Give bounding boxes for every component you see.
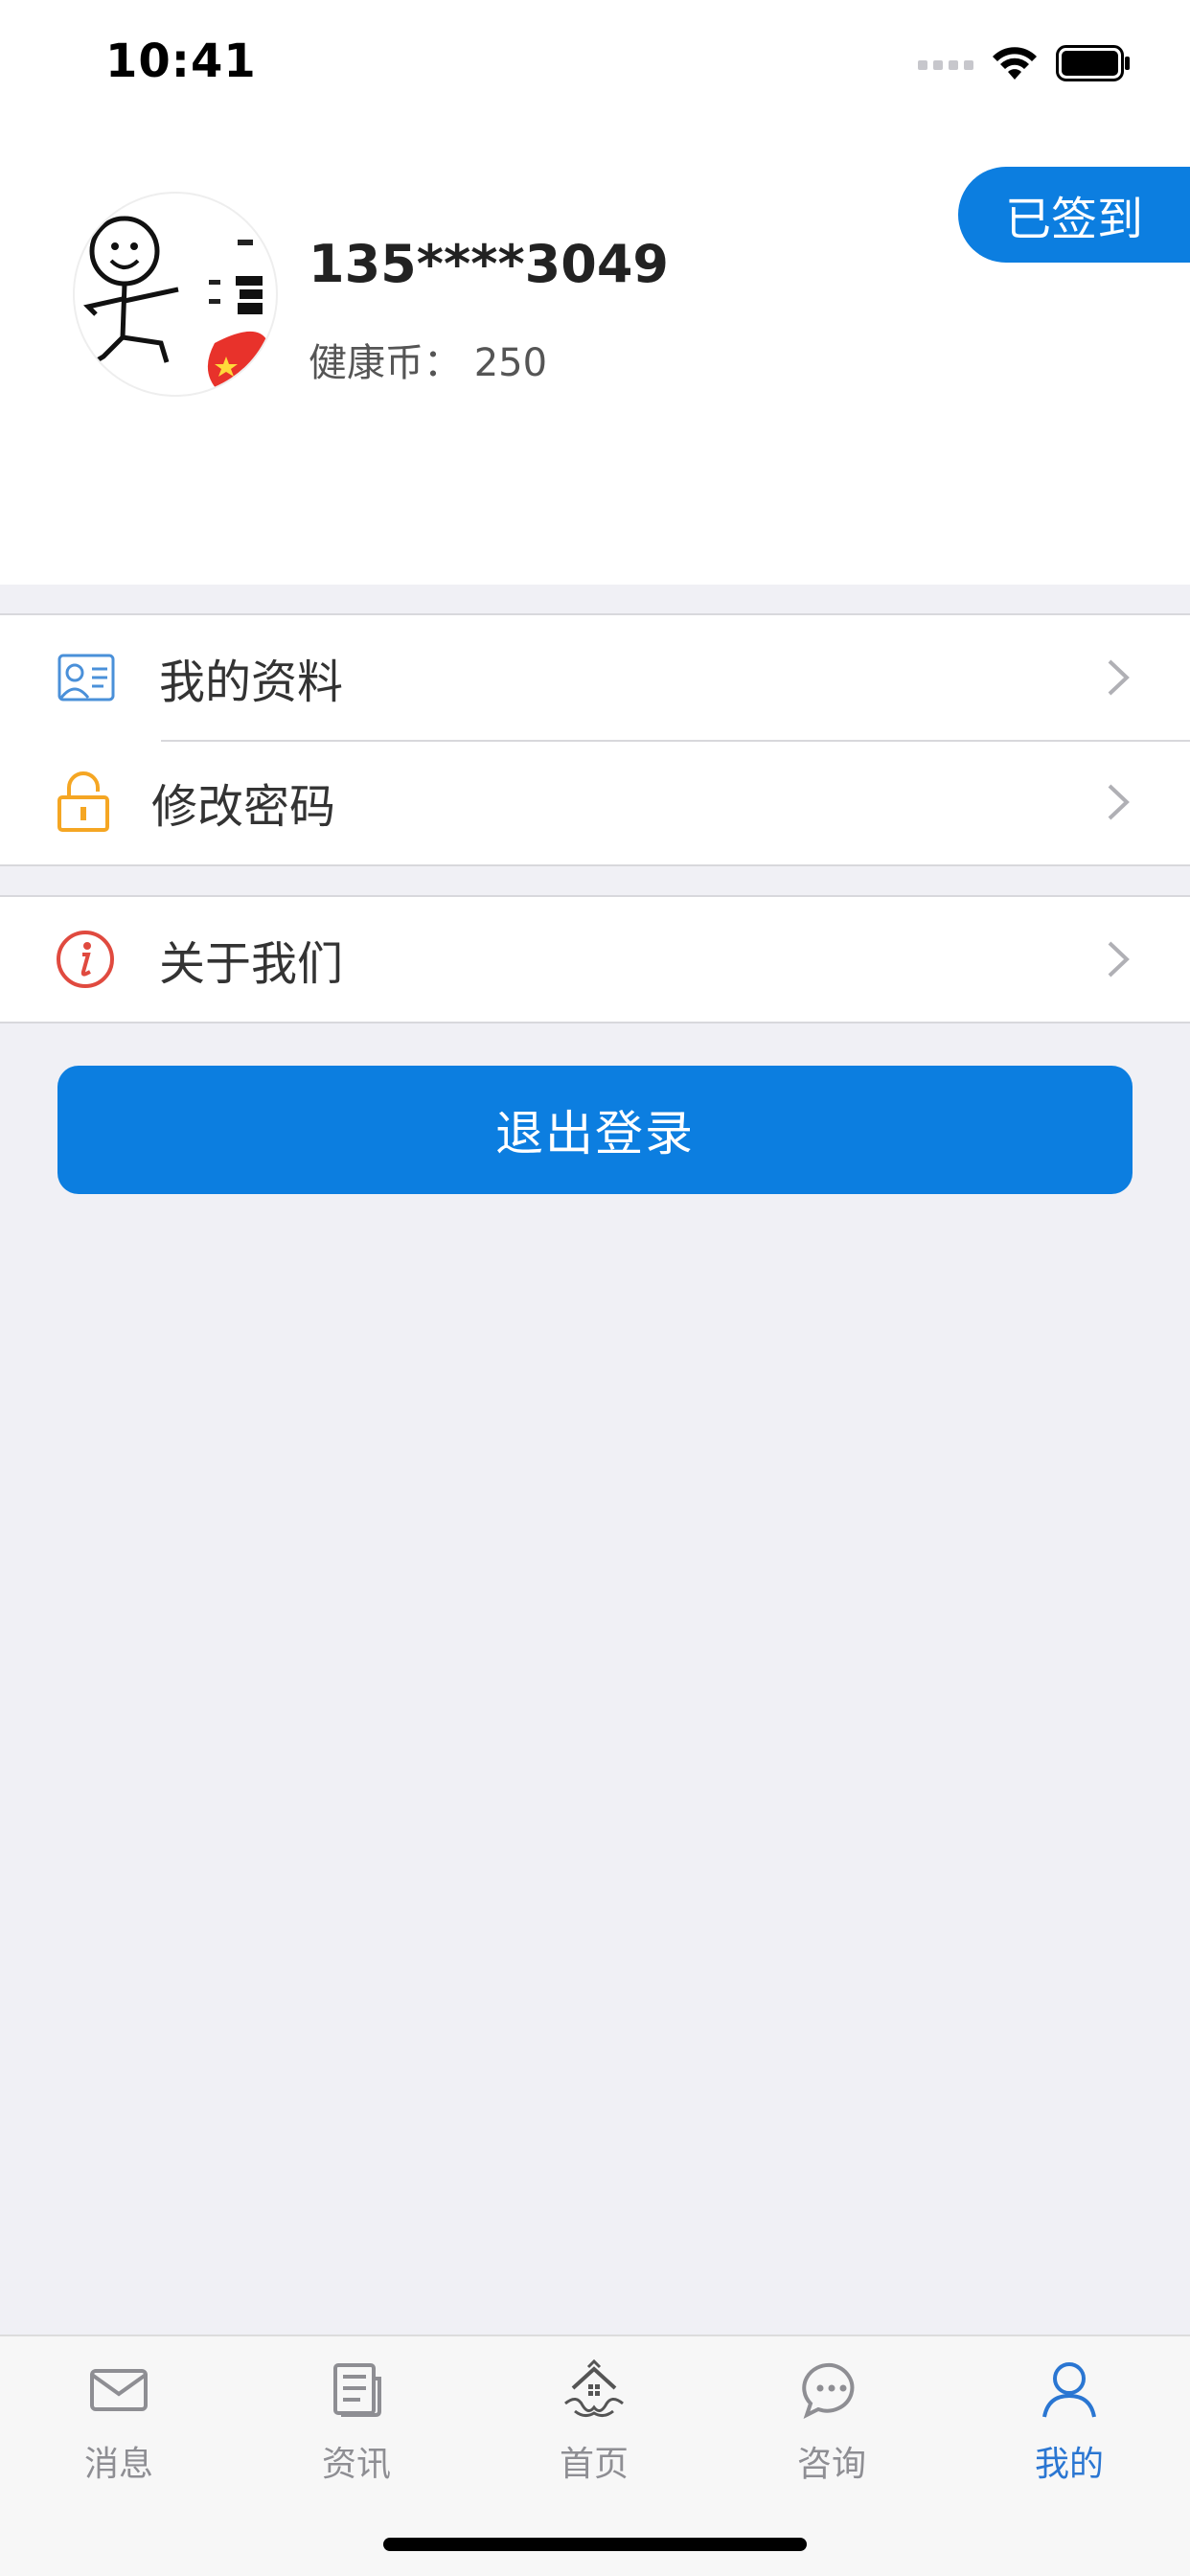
tab-label-home: 首页 (559, 2445, 629, 2484)
tab-consult[interactable]: 咨询 (713, 2356, 950, 2499)
menu-group-about: 关于我们 (0, 895, 1190, 1024)
home-icon (564, 2358, 624, 2418)
menu-label-profile: 我的资料 (159, 656, 344, 709)
menu-item-profile[interactable]: 我的资料 (0, 615, 1190, 740)
checkin-button[interactable]: 已签到 (958, 167, 1190, 263)
status-time: 10:41 (105, 34, 257, 88)
tab-messages[interactable]: 消息 (0, 2356, 238, 2499)
tab-mine[interactable]: 我的 (950, 2356, 1188, 2499)
chevron-right-icon (1108, 941, 1130, 978)
wifi-icon (993, 47, 1037, 80)
mail-icon (90, 2369, 148, 2411)
profile-card-icon (57, 654, 115, 702)
menu-group-account: 我的资料 修改密码 (0, 613, 1190, 866)
avatar[interactable] (73, 192, 278, 397)
profile-header: 135****3049 健康币： 250 已签到 (0, 126, 1190, 585)
home-indicator (383, 2538, 807, 2551)
signal-icon (918, 60, 973, 70)
health-coins: 健康币： 250 (309, 341, 548, 385)
avatar-image (83, 216, 266, 391)
app-root: 10:41 135****3049 健康币： 250 已签到 我的资料 修改密码… (0, 0, 1190, 2576)
menu-item-about-us[interactable]: 关于我们 (0, 897, 1190, 1022)
chat-icon (802, 2362, 855, 2419)
menu-item-change-password[interactable]: 修改密码 (0, 740, 1190, 864)
battery-icon (1056, 45, 1130, 81)
tab-home[interactable]: 首页 (475, 2356, 713, 2499)
tab-label-mine: 我的 (1034, 2445, 1104, 2484)
info-icon (57, 931, 114, 988)
status-bar: 10:41 (0, 0, 1190, 126)
unlock-icon (57, 771, 109, 832)
tab-label-consult: 咨询 (796, 2445, 866, 2484)
status-icons (918, 44, 1131, 82)
menu-label-about-us: 关于我们 (159, 937, 344, 991)
tab-label-messages: 消息 (83, 2445, 153, 2484)
tab-news[interactable]: 资讯 (238, 2356, 475, 2499)
chevron-right-icon (1108, 659, 1130, 696)
username: 135****3049 (309, 234, 669, 294)
tab-label-news: 资讯 (321, 2445, 391, 2484)
menu-label-change-password: 修改密码 (151, 780, 336, 834)
user-icon (1042, 2362, 1096, 2418)
logout-button[interactable]: 退出登录 (57, 1066, 1133, 1194)
chevron-right-icon (1108, 784, 1130, 820)
news-icon (333, 2363, 381, 2417)
